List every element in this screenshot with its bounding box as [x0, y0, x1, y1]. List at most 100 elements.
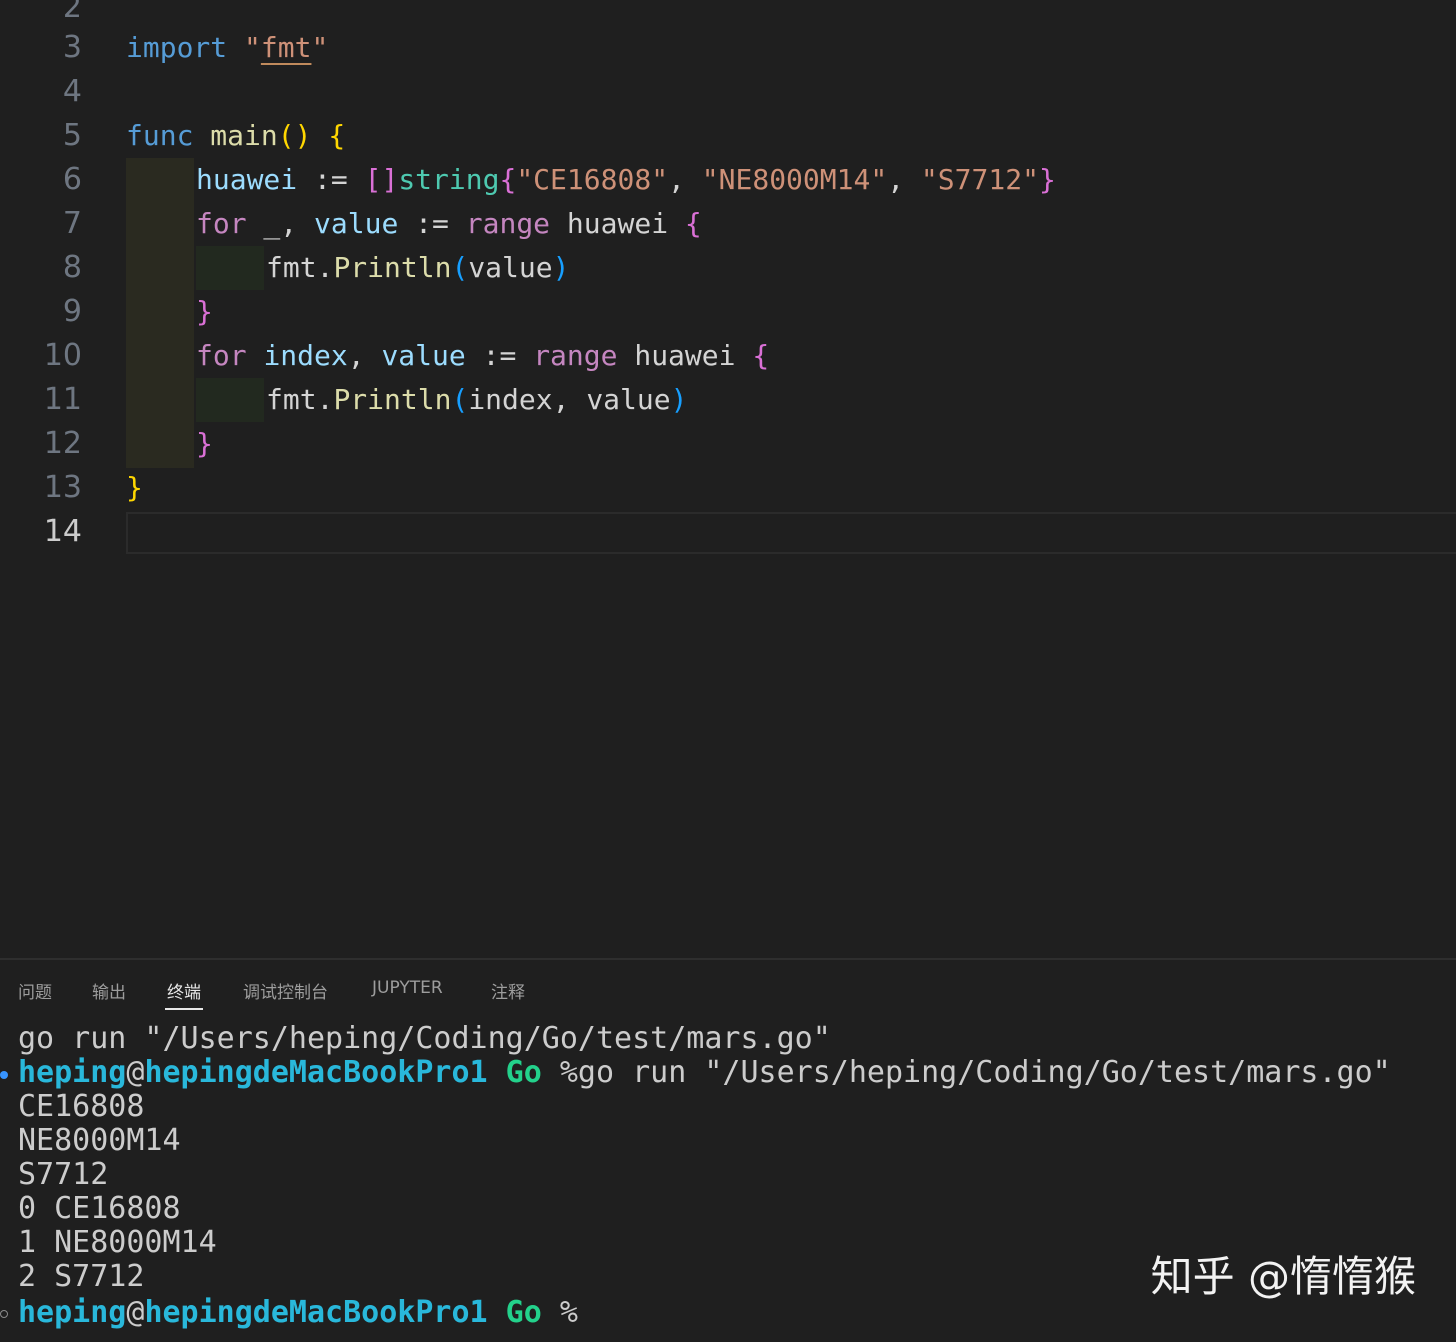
command-decoration-icon[interactable] — [0, 1310, 8, 1318]
terminal-output-line: 2 S7712 — [18, 1259, 145, 1294]
line-number: 5 — [62, 118, 82, 153]
package-ref[interactable]: fmt. — [266, 251, 333, 284]
code-text: func main() { — [126, 114, 345, 158]
code-line[interactable]: 14 — [0, 510, 1456, 554]
command-decoration-icon[interactable] — [0, 1071, 8, 1079]
prompt-dir: Go — [505, 1055, 542, 1090]
string-literal: "S7712" — [920, 163, 1039, 196]
variable-reference[interactable]: huawei — [617, 339, 752, 372]
function-call-println[interactable]: Println — [333, 383, 451, 416]
line-number: 7 — [62, 206, 82, 241]
line-number: 13 — [43, 470, 82, 505]
code-line[interactable]: 12 } — [0, 422, 1456, 466]
bracket: ) — [670, 383, 688, 416]
bracket: [] — [364, 163, 399, 196]
code-line[interactable]: 8 fmt.Println(value) — [0, 246, 1456, 290]
terminal-prompt-line: heping@hepingdeMacBookPro1 Go % — [18, 1296, 578, 1330]
prompt-symbol: % — [541, 1295, 578, 1330]
punctuation: , — [887, 163, 921, 196]
operator: := — [297, 163, 365, 196]
punctuation: , — [668, 163, 702, 196]
keyword-import: import — [126, 31, 228, 64]
keyword-for: for — [196, 339, 247, 372]
tab-debug-console[interactable]: 调试控制台 — [243, 978, 328, 1003]
code-text: fmt.Println(index, value) — [266, 378, 687, 422]
code-line[interactable]: 4 — [0, 70, 1456, 114]
operator: := — [398, 207, 466, 240]
watermark: 知乎 @惰惰猴 — [1150, 1252, 1416, 1301]
string-quote: " — [311, 31, 329, 64]
prompt-command: %go run "/Users/heping/Coding/Go/test/ma… — [541, 1055, 1391, 1090]
bracket: } — [196, 427, 213, 460]
code-line[interactable]: 7 for _, value := range huawei { — [0, 202, 1456, 246]
prompt-at: @ — [126, 1295, 145, 1330]
line-number: 14 — [43, 514, 82, 549]
tab-comments[interactable]: 注释 — [491, 978, 525, 1003]
tab-jupyter[interactable]: JUPYTER — [372, 978, 443, 998]
keyword-range: range — [533, 339, 618, 372]
operator: := — [465, 339, 534, 372]
bracket: { — [752, 339, 770, 372]
function-name-main[interactable]: main — [210, 119, 277, 152]
prompt-host: hepingdeMacBookPro1 — [144, 1055, 488, 1090]
code-line[interactable]: 13 } — [0, 466, 1456, 510]
bracket: ( — [451, 383, 469, 416]
variable-value[interactable]: value — [314, 207, 398, 240]
variable-huawei[interactable]: huawei — [196, 163, 297, 196]
terminal-output-line: S7712 — [18, 1157, 109, 1192]
panel-tabs: 问题 输出 终端 调试控制台 JUPYTER 注释 — [0, 960, 1456, 1016]
variable-reference[interactable]: huawei — [550, 207, 685, 240]
code-line[interactable]: 11 fmt.Println(index, value) — [0, 378, 1456, 422]
bracket: ) — [552, 251, 570, 284]
bracket: { — [499, 163, 517, 196]
bracket: ( — [451, 251, 469, 284]
variable-index[interactable]: index — [263, 339, 347, 372]
blank-identifier: _, — [246, 207, 315, 240]
punctuation: , — [347, 339, 382, 372]
tab-terminal[interactable]: 终端 — [165, 978, 203, 1010]
terminal-prompt-line: heping@hepingdeMacBookPro1 Go %go run "/… — [18, 1056, 1391, 1090]
line-number: 6 — [62, 162, 82, 197]
string-quote: " — [244, 31, 261, 64]
line-number: 3 — [62, 30, 82, 65]
keyword-for: for — [196, 207, 247, 240]
variable-value[interactable]: value — [381, 339, 465, 372]
package-ref[interactable]: fmt. — [266, 383, 333, 416]
argument[interactable]: value — [468, 251, 552, 284]
code-line[interactable]: 9 } — [0, 290, 1456, 334]
prompt-user: heping — [18, 1055, 127, 1090]
argument[interactable]: index, value — [468, 383, 670, 416]
code-text: for _, value := range huawei { — [196, 202, 702, 246]
import-path-fmt[interactable]: fmt — [261, 31, 312, 64]
tab-output[interactable]: 输出 — [92, 978, 126, 1003]
code-editor[interactable]: 2 3 import "fmt" 4 5 func main() { 6 hua… — [0, 0, 1456, 958]
terminal-output-line: NE8000M14 — [18, 1123, 181, 1158]
code-line[interactable]: 3 import "fmt" — [0, 26, 1456, 70]
bracket: { — [684, 207, 702, 240]
line-number: 12 — [43, 426, 82, 461]
code-line[interactable]: 6 huawei := []string{"CE16808", "NE8000M… — [0, 158, 1456, 202]
code-line[interactable]: 10 for index, value := range huawei { — [0, 334, 1456, 378]
code-line[interactable]: 5 func main() { — [0, 114, 1456, 158]
bracket: } — [1038, 163, 1056, 196]
code-text: import "fmt" — [126, 26, 328, 70]
tab-problems[interactable]: 问题 — [18, 978, 52, 1003]
keyword-func: func — [126, 119, 194, 152]
prompt-user: heping — [18, 1295, 127, 1330]
code-text: for index, value := range huawei { — [196, 334, 769, 378]
terminal-line: go run "/Users/heping/Coding/Go/test/mar… — [18, 1021, 831, 1056]
prompt-host: hepingdeMacBookPro1 — [144, 1295, 488, 1330]
bracket: { — [328, 119, 346, 152]
string-literal: "CE16808" — [516, 163, 669, 196]
code-text: } — [196, 422, 213, 466]
line-number: 11 — [43, 382, 82, 417]
terminal-output-line: 0 CE16808 — [18, 1191, 181, 1226]
line-number: 9 — [62, 294, 82, 329]
keyword-range: range — [465, 207, 551, 240]
line-number: 10 — [43, 338, 82, 373]
function-call-println[interactable]: Println — [333, 251, 451, 284]
terminal-output-line: 1 NE8000M14 — [18, 1225, 217, 1260]
prompt-at: @ — [126, 1055, 145, 1090]
terminal-output-line: CE16808 — [18, 1089, 145, 1124]
string-literal: "NE8000M14" — [701, 163, 888, 196]
